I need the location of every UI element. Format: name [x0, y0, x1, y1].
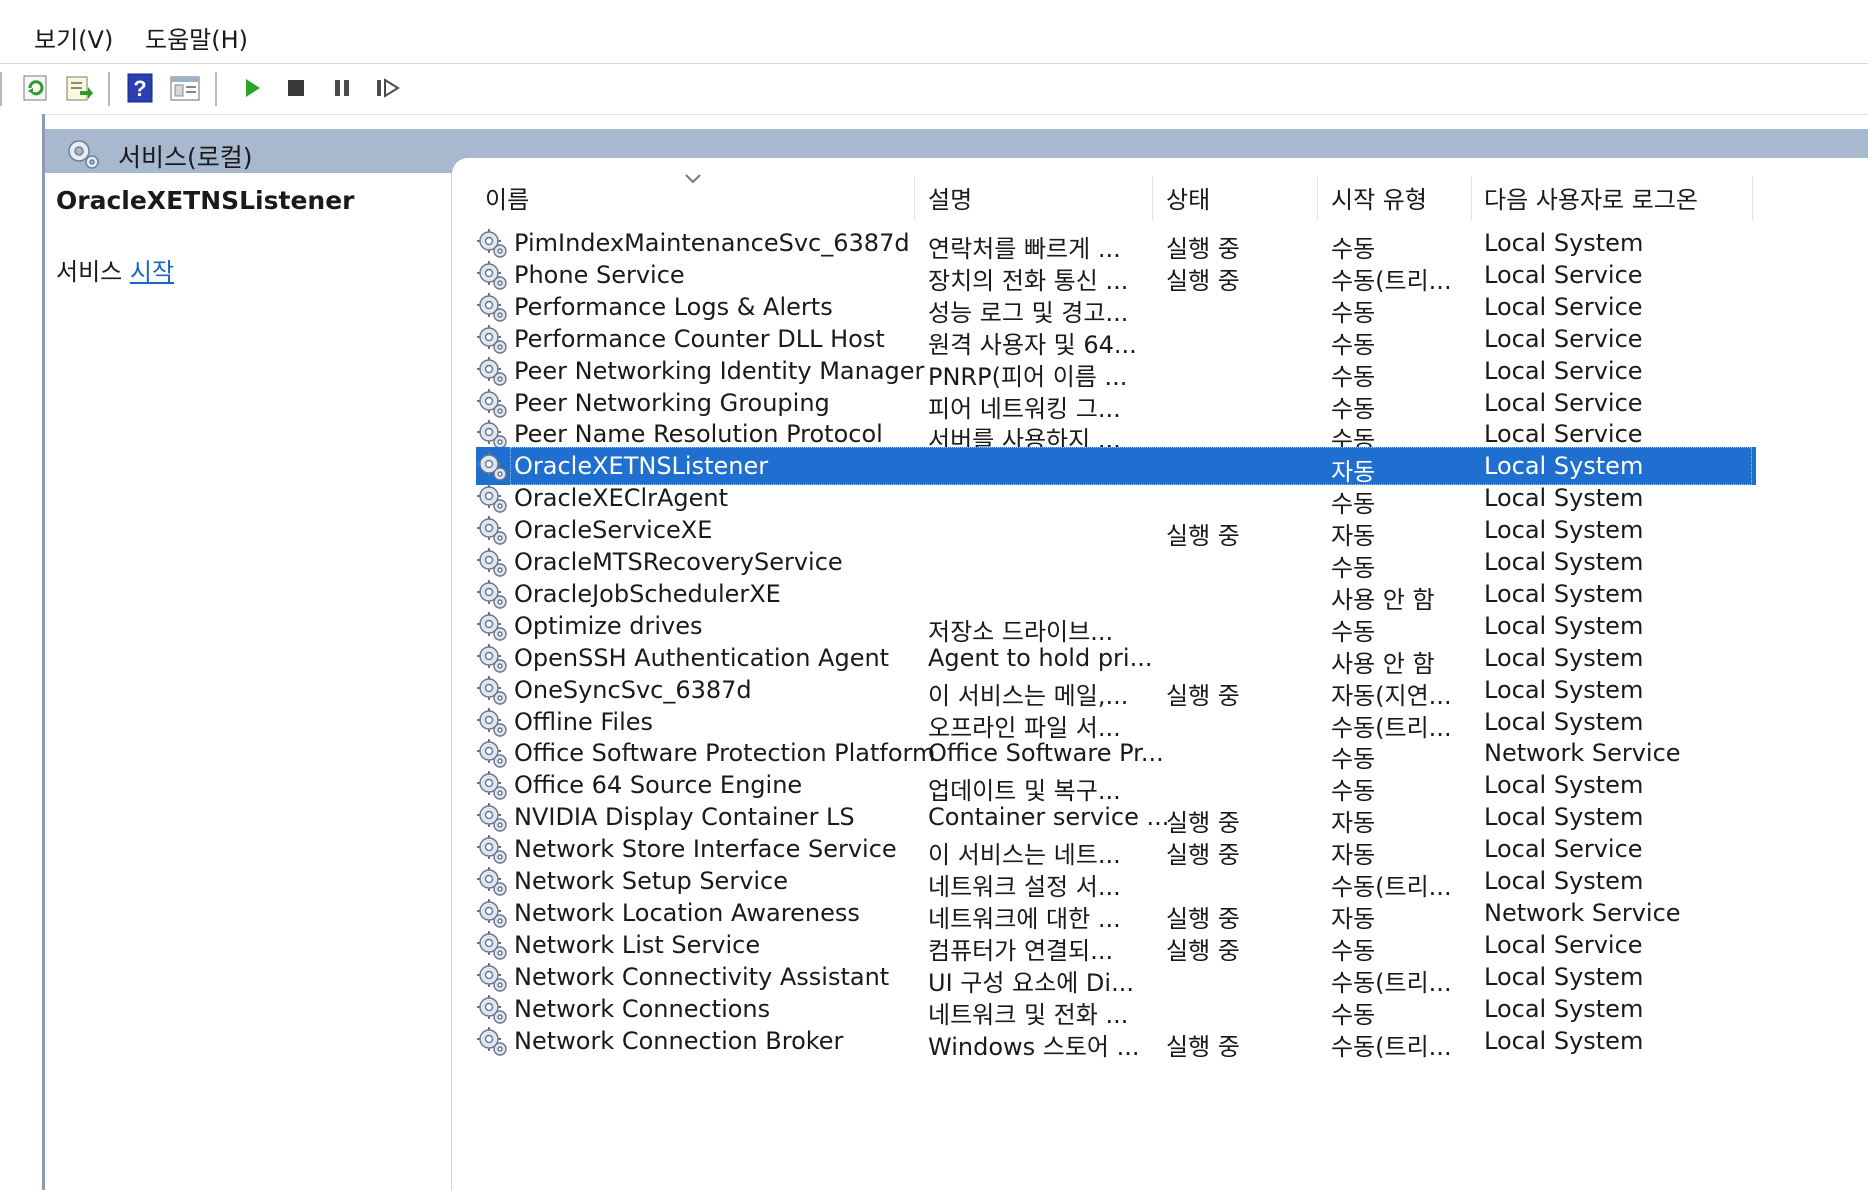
service-description: Windows 스토어 ... — [928, 1032, 1140, 1061]
service-log-on-as: Local Service — [1484, 420, 1643, 449]
service-log-on-as: Network Service — [1484, 898, 1681, 927]
service-log-on-as: Local Service — [1484, 260, 1643, 289]
help-icon[interactable]: ? — [122, 70, 158, 106]
column-separator[interactable] — [1471, 176, 1472, 220]
service-name: Peer Name Resolution Protocol — [514, 420, 883, 449]
service-name: Phone Service — [514, 260, 685, 289]
service-log-on-as: Network Service — [1484, 739, 1681, 768]
service-name: Performance Logs & Alerts — [514, 292, 833, 321]
service-name: Network List Service — [514, 930, 761, 959]
service-startup-type: 수동(트리... — [1331, 1032, 1452, 1061]
service-name: OracleXETNSListener — [514, 452, 769, 481]
service-description: Container service ... — [928, 803, 1170, 832]
play-icon[interactable] — [234, 70, 270, 106]
column-header-description[interactable]: 설명 — [928, 180, 972, 215]
service-log-on-as: Local Service — [1484, 835, 1643, 864]
sort-chevron-icon — [684, 170, 702, 189]
service-name: Offline Files — [514, 707, 654, 736]
pause-icon[interactable] — [324, 70, 360, 106]
service-action: 서비스 시작 — [56, 252, 174, 287]
service-log-on-as: Local System — [1484, 675, 1644, 704]
table-row[interactable]: Network Connection Broker Windows 스토어 ...… — [476, 1022, 1756, 1061]
service-log-on-as: Local Service — [1484, 388, 1643, 417]
service-log-on-as: Local System — [1484, 611, 1644, 640]
console-tree-pane — [0, 114, 45, 1190]
menu-view[interactable]: 보기(V) — [34, 20, 113, 55]
service-log-on-as: Local System — [1484, 548, 1644, 576]
service-name: Network Connectivity Assistant — [514, 962, 890, 991]
toolbar-separator — [0, 72, 2, 106]
service-name: Performance Counter DLL Host — [514, 324, 885, 353]
service-name: Network Connection Broker — [514, 1026, 844, 1055]
toolbar: ? — [0, 64, 1868, 115]
service-name: OneSyncSvc_6387d — [514, 675, 752, 704]
service-log-on-as: Local Service — [1484, 324, 1643, 353]
service-name: OracleJobSchedulerXE — [514, 579, 781, 608]
service-log-on-as: Local System — [1484, 867, 1644, 895]
service-name: OpenSSH Authentication Agent — [514, 643, 890, 672]
service-name: Peer Networking Identity Manager — [514, 356, 925, 385]
service-name: Office 64 Source Engine — [514, 771, 803, 800]
service-log-on-as: Local System — [1484, 229, 1644, 257]
service-log-on-as: Local System — [1484, 643, 1644, 672]
column-separator[interactable] — [1752, 176, 1753, 220]
service-name: Network Setup Service — [514, 867, 789, 895]
service-name: Optimize drives — [514, 611, 703, 640]
service-action-prefix: 서비스 — [56, 258, 123, 286]
service-log-on-as: Local System — [1484, 771, 1644, 800]
service-log-on-as: Local System — [1484, 994, 1644, 1023]
services-gear-icon — [65, 137, 101, 175]
service-log-on-as: Local System — [1484, 1026, 1644, 1055]
column-header-log-on-as[interactable]: 다음 사용자로 로그온 — [1484, 180, 1698, 215]
service-log-on-as: Local System — [1484, 803, 1644, 832]
service-log-on-as: Local Service — [1484, 356, 1643, 385]
column-header-name[interactable]: 이름 — [485, 180, 529, 215]
service-log-on-as: Local Service — [1484, 930, 1643, 959]
column-separator[interactable] — [1317, 176, 1318, 220]
service-log-on-as: Local System — [1484, 579, 1644, 608]
services-header-title: 서비스(로컬) — [118, 143, 253, 172]
service-name: Network Connections — [514, 994, 771, 1023]
column-header-startup-type[interactable]: 시작 유형 — [1331, 180, 1427, 215]
start-service-link[interactable]: 시작 — [130, 258, 174, 286]
selected-service-title: OracleXETNSListener — [56, 186, 355, 215]
service-name: OracleXEClrAgent — [514, 484, 729, 513]
service-description: Agent to hold pri... — [928, 643, 1153, 672]
service-log-on-as: Local Service — [1484, 292, 1643, 321]
service-log-on-as: Local System — [1484, 516, 1644, 545]
column-separator[interactable] — [1152, 176, 1153, 220]
service-name: OracleMTSRecoveryService — [514, 548, 843, 576]
stop-icon[interactable] — [278, 70, 314, 106]
extended-description-pane — [45, 173, 452, 1190]
service-description: Office Software Pr... — [928, 739, 1164, 768]
service-name: PimIndexMaintenanceSvc_6387d — [514, 229, 910, 257]
service-name: Peer Networking Grouping — [514, 388, 830, 417]
console-view-icon[interactable] — [167, 70, 203, 106]
service-log-on-as: Local System — [1484, 452, 1644, 481]
toolbar-separator — [215, 72, 217, 106]
service-status: 실행 중 — [1166, 1032, 1240, 1061]
menu-help[interactable]: 도움말(H) — [145, 20, 248, 55]
resume-icon[interactable] — [370, 70, 406, 106]
column-separator[interactable] — [914, 176, 915, 220]
service-name: NVIDIA Display Container LS — [514, 803, 855, 832]
service-gear-icon — [476, 1026, 508, 1058]
service-name: Network Location Awareness — [514, 898, 860, 927]
svg-text:?: ? — [133, 76, 146, 101]
service-name: Office Software Protection Platform — [514, 739, 936, 768]
column-header-status[interactable]: 상태 — [1166, 180, 1210, 215]
export-list-icon[interactable] — [61, 70, 97, 106]
refresh-icon[interactable] — [18, 70, 54, 106]
service-log-on-as: Local System — [1484, 962, 1644, 991]
service-name: OracleServiceXE — [514, 516, 713, 545]
service-log-on-as: Local System — [1484, 484, 1644, 513]
menu-bar: 보기(V) 도움말(H) — [0, 0, 1868, 64]
service-log-on-as: Local System — [1484, 707, 1644, 736]
toolbar-separator — [108, 72, 110, 106]
service-name: Network Store Interface Service — [514, 835, 897, 864]
